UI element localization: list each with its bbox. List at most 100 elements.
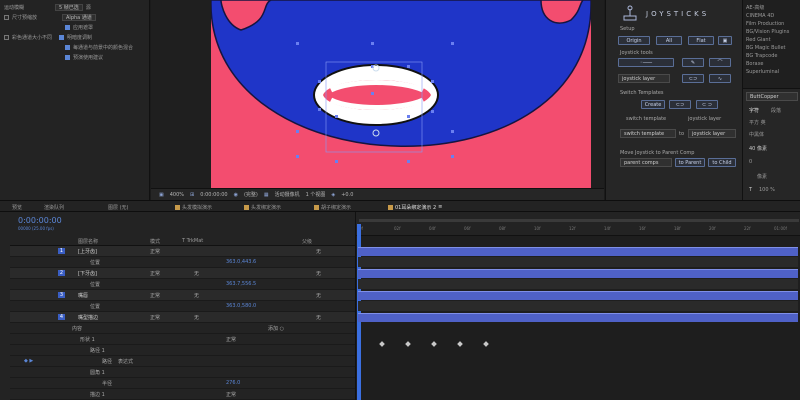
link-tool-button[interactable]: ⊂⊃ [682,74,704,83]
to-child-button[interactable]: to Child [708,158,736,167]
layer-parent[interactable]: 无 [316,248,321,255]
layer-name[interactable]: [上牙齿] [78,248,97,255]
property-value[interactable]: 363.0,443.6 [226,259,256,265]
region-icon[interactable]: ▣ [159,192,164,198]
zoom-select[interactable]: 400% [170,192,184,198]
unlink-button[interactable]: ⊂ ⊃ [696,100,718,109]
font-family-select[interactable]: ButtCopper [746,92,798,101]
option-checkbox-3[interactable] [4,34,9,40]
effect-item[interactable]: AE-高级 [746,4,789,12]
tab-hair-sim[interactable]: 头发模拟演示 [175,203,212,211]
exposure-value[interactable]: +0.0 [341,192,353,198]
property-value[interactable]: 363.7,556.5 [226,281,256,287]
key-tool-button[interactable]: ∿ [709,74,731,83]
grid-icon[interactable]: ⊞ [190,192,194,198]
camera-icon[interactable]: ◉ [234,192,238,198]
layer-row-1[interactable]: 1 [上牙齿] 正常 无 [10,246,355,257]
paragraph-tab[interactable]: 段落 [771,107,781,114]
create-button[interactable]: Create [641,100,665,109]
layer-trkmat[interactable]: 无 [194,314,199,321]
layer-parent[interactable]: 无 [316,292,321,299]
scale-value[interactable]: 100 % [759,187,775,193]
effect-item[interactable]: Boraxe [746,60,789,68]
add-button[interactable]: 添加 ○ [268,325,284,332]
alpha-channel-select[interactable]: Alpha 通道 [62,13,96,21]
frames-dropdown[interactable]: 5 帧已选 [55,3,83,11]
switch-template-select[interactable]: switch template [620,129,676,138]
property-value[interactable]: 正常 [226,336,236,343]
effect-item[interactable]: Superluminal [746,68,789,76]
property-name: 位置 [90,304,101,310]
camera-select[interactable]: 活动摄像机 [275,191,300,198]
property-value[interactable]: 正常 [226,391,236,398]
apply-mask-checkbox[interactable] [65,24,70,30]
layer-parent[interactable]: 无 [316,314,321,321]
pen-tool-button[interactable]: ✎ [682,58,704,67]
blend-checkbox[interactable] [65,44,70,50]
close-icon[interactable]: ≡ [438,204,442,210]
parent-comps-select[interactable]: parent comps [620,158,672,167]
property-value[interactable]: 276.0 [226,380,240,386]
time-ruler[interactable]: 0f 02f 04f 06f 08f 10f 12f 14f 16f 18f 2… [356,212,800,236]
fast-preview-icon[interactable]: ◈ [331,192,335,198]
layer-parent[interactable]: 无 [316,270,321,277]
effect-item[interactable]: BG/Vision Plugins [746,28,789,36]
settings-button[interactable]: ▣ [718,36,732,45]
layer-name[interactable]: 嘴型描边 [78,314,98,321]
joystick-layer-select[interactable]: joystick layer [618,74,670,83]
tab-label: 渲染队列 [44,204,65,211]
luminance-checkbox[interactable] [59,34,65,40]
property-value[interactable]: 363.0,580.0 [226,303,256,309]
tab-hair-bind[interactable]: 头发绑定演示 [244,203,281,211]
tab-layer[interactable]: 图层 (无) [108,203,129,211]
layer-trkmat[interactable]: 无 [194,292,199,299]
property-name: 位置 [90,282,101,288]
all-button[interactable]: All [656,36,682,45]
layer-row-4[interactable]: 4 嘴型描边 正常 无 无 [10,312,355,323]
keyframe-nav-icon[interactable]: ◆ ▶ [24,358,33,364]
tab-render-queue[interactable]: 渲染队列 [44,203,64,211]
preview-checkbox[interactable] [65,54,70,60]
tab-ear-bind[interactable]: 01耳朵绑定演示 2 ≡ [388,203,442,211]
origin-button[interactable]: Origin [618,36,650,45]
effect-item[interactable]: Red Giant [746,36,789,44]
current-timecode[interactable]: 0:00:00:00 [18,216,62,225]
quality-select[interactable]: (完整) [244,191,258,198]
flat-button[interactable]: Flat [688,36,714,45]
transparency-icon[interactable]: ▦ [264,192,269,198]
timecode-display[interactable]: 0:00:00:00 [200,192,227,198]
layer-bar-4[interactable] [358,313,798,322]
layer-mode[interactable]: 正常 [150,248,160,255]
font-size-value[interactable]: 40 像素 [749,145,767,152]
option-row-1: 尺寸预缩放 Alpha 通道 [4,13,96,21]
tracking-value[interactable]: 0 [749,159,752,165]
layer-name[interactable]: [下牙齿] [78,270,97,277]
views-select[interactable]: 1 个视图 [306,191,326,198]
layer-mode[interactable]: 正常 [150,270,160,277]
layer-mode[interactable]: 正常 [150,314,160,321]
effect-item[interactable]: BG Trapcode [746,52,789,60]
composition-canvas[interactable] [211,0,591,188]
link-button[interactable]: ⊂⊃ [669,100,691,109]
curve-tool-button[interactable]: ⌒ [709,58,731,67]
effect-item[interactable]: CINEMA 4D [746,12,789,20]
layer-row-3[interactable]: 3 嘴唇 正常 无 无 [10,290,355,301]
character-tab[interactable]: 字符 [749,107,759,114]
layer-mode[interactable]: 正常 [150,292,160,299]
layer-row-2[interactable]: 2 [下牙齿] 正常 无 无 [10,268,355,279]
option-label-3: 彩色通道大小不同 [12,34,53,41]
layer-bar-3[interactable] [358,291,798,300]
option-checkbox-1[interactable] [4,14,9,20]
to-parent-button[interactable]: to Parent [675,158,705,167]
effect-item[interactable]: Film Production [746,20,789,28]
layer-name[interactable]: 嘴唇 [78,292,88,299]
work-area-bar[interactable] [356,216,800,226]
layer-bar-1[interactable] [358,247,798,256]
effect-item[interactable]: BG Magic Bullet [746,44,789,52]
joystick-slider-button[interactable]: ◦─── [618,58,674,67]
joystick-layer-target-select[interactable]: joystick layer [688,129,736,138]
tab-beard-bind[interactable]: 胡子绑定演示 [314,203,351,211]
tab-preview[interactable]: 预览 [12,203,22,211]
layer-trkmat[interactable]: 无 [194,270,199,277]
layer-bar-2[interactable] [358,269,798,278]
